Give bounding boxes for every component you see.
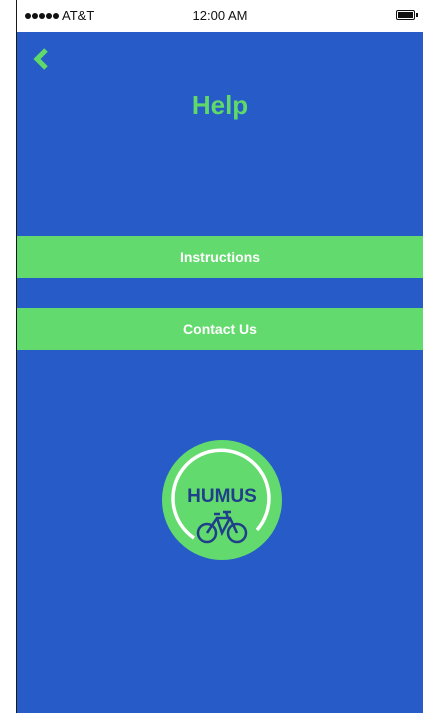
- app-screen: AT&T 12:00 AM Help Instructions Contact …: [16, 0, 423, 713]
- battery-icon: [396, 10, 418, 20]
- instructions-button[interactable]: Instructions: [17, 236, 423, 278]
- humus-logo: HUMUS: [162, 440, 282, 560]
- logo-text: HUMUS: [187, 486, 257, 507]
- status-time: 12:00 AM: [192, 8, 248, 23]
- contact-us-button[interactable]: Contact Us: [17, 308, 423, 350]
- page-title: Help: [191, 90, 249, 120]
- chevron-left-icon: [33, 48, 48, 70]
- contact-us-label: Contact Us: [183, 321, 257, 337]
- status-bar: AT&T 12:00 AM: [17, 0, 423, 32]
- instructions-label: Instructions: [179, 249, 261, 265]
- back-button[interactable]: [31, 46, 53, 72]
